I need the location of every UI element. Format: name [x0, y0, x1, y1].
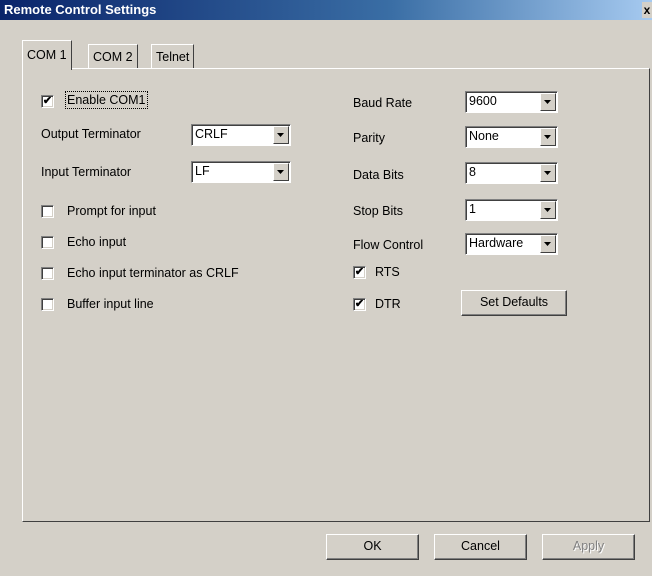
window-title: Remote Control Settings	[4, 2, 157, 17]
checkmark-icon: ✔	[354, 266, 365, 278]
parity-label: Parity	[353, 131, 385, 145]
data-bits-value: 8	[469, 165, 476, 179]
buffer-input-label: Buffer input line	[67, 297, 154, 311]
prompt-for-input-label: Prompt for input	[67, 204, 156, 218]
baud-rate-value: 9600	[469, 94, 497, 108]
rts-label: RTS	[375, 265, 400, 279]
flow-control-label: Flow Control	[353, 238, 424, 252]
chevron-down-icon[interactable]	[540, 164, 556, 182]
checkmark-icon: ✔	[354, 298, 365, 310]
rts-checkbox[interactable]: ✔	[353, 266, 366, 279]
data-bits-select[interactable]: 8	[465, 162, 558, 184]
buffer-input-checkbox[interactable]	[41, 298, 54, 311]
input-terminator-value: LF	[195, 164, 210, 178]
chevron-down-icon[interactable]	[273, 163, 289, 181]
stop-bits-select[interactable]: 1	[465, 199, 558, 221]
stop-bits-value: 1	[469, 202, 476, 216]
data-bits-label: Data Bits	[353, 168, 404, 182]
chevron-down-icon[interactable]	[540, 128, 556, 146]
tab-telnet[interactable]: Telnet	[151, 44, 195, 68]
apply-button[interactable]: Apply	[542, 534, 635, 560]
baud-rate-label: Baud Rate	[353, 96, 413, 110]
stop-bits-label: Stop Bits	[353, 204, 404, 218]
cancel-button[interactable]: Cancel	[434, 534, 527, 560]
tab-panel-com1: ✔ Enable COM1 Output Terminator CRLF Inp…	[22, 68, 650, 522]
output-terminator-label: Output Terminator	[41, 127, 141, 141]
enable-com1-label[interactable]: Enable COM1	[65, 91, 148, 109]
flow-control-select[interactable]: Hardware	[465, 233, 558, 255]
chevron-down-icon[interactable]	[273, 126, 289, 144]
output-terminator-value: CRLF	[195, 127, 228, 141]
checkmark-icon: ✔	[42, 95, 53, 107]
flow-control-value: Hardware	[469, 236, 524, 250]
dtr-label: DTR	[375, 297, 401, 311]
ok-button[interactable]: OK	[326, 534, 419, 560]
echo-terminator-checkbox[interactable]	[41, 267, 54, 280]
tab-com2[interactable]: COM 2	[88, 44, 138, 68]
enable-com1-checkbox[interactable]: ✔	[41, 95, 54, 108]
chevron-down-icon[interactable]	[540, 93, 556, 111]
chevron-down-icon[interactable]	[540, 201, 556, 219]
baud-rate-select[interactable]: 9600	[465, 91, 558, 113]
parity-value: None	[469, 129, 499, 143]
set-defaults-button[interactable]: Set Defaults	[461, 290, 567, 316]
title-bar: Remote Control Settings x	[0, 0, 652, 20]
tab-com1[interactable]: COM 1	[22, 40, 72, 70]
echo-input-checkbox[interactable]	[41, 236, 54, 249]
output-terminator-select[interactable]: CRLF	[191, 124, 291, 146]
dtr-checkbox[interactable]: ✔	[353, 298, 366, 311]
prompt-for-input-checkbox[interactable]	[41, 205, 54, 218]
input-terminator-label: Input Terminator	[41, 165, 132, 179]
echo-input-label: Echo input	[67, 235, 127, 249]
input-terminator-select[interactable]: LF	[191, 161, 291, 183]
echo-terminator-label: Echo input terminator as CRLF	[67, 266, 239, 280]
parity-select[interactable]: None	[465, 126, 558, 148]
chevron-down-icon[interactable]	[540, 235, 556, 253]
close-icon[interactable]: x	[642, 2, 652, 18]
